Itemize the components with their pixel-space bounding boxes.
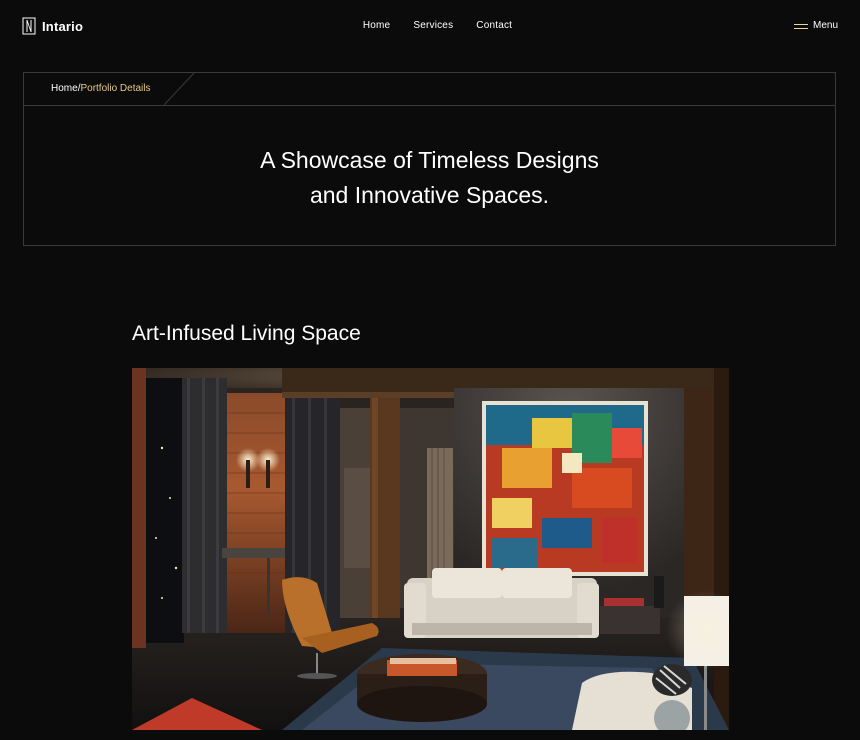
menu-label: Menu <box>812 20 838 31</box>
breadcrumb: Home/Portfolio Details <box>51 83 151 94</box>
hero-title: A Showcase of Timeless Designs and Innov… <box>24 143 835 213</box>
logo-link[interactable]: Intario <box>22 17 83 35</box>
breadcrumb-divider <box>164 73 195 105</box>
project-photo <box>132 368 729 730</box>
nav-link-services[interactable]: Services <box>413 20 453 31</box>
logo-mark-icon <box>22 17 36 35</box>
page: Intario Home Services Contact Menu Home/… <box>0 0 860 740</box>
project-title: Art-Infused Living Space <box>132 322 361 345</box>
main-nav: Home Services Contact <box>0 20 860 31</box>
hero-title-line-2: and Innovative Spaces. <box>309 182 550 208</box>
hamburger-icon <box>793 23 808 29</box>
menu-button[interactable]: Menu <box>793 20 838 31</box>
site-header: Intario Home Services Contact Menu <box>0 0 860 52</box>
breadcrumb-current: Portfolio Details <box>80 83 151 94</box>
breadcrumb-bar: Home/Portfolio Details <box>24 73 835 106</box>
hero-title-line-1: A Showcase of Timeless Designs <box>260 147 599 173</box>
nav-link-home[interactable]: Home <box>363 20 390 31</box>
living-room-illustration <box>132 368 729 730</box>
breadcrumb-home-link[interactable]: Home <box>51 83 78 94</box>
nav-link-contact[interactable]: Contact <box>476 20 512 31</box>
logo-text: Intario <box>42 18 84 34</box>
hero-panel: Home/Portfolio Details A Showcase of Tim… <box>23 72 836 246</box>
